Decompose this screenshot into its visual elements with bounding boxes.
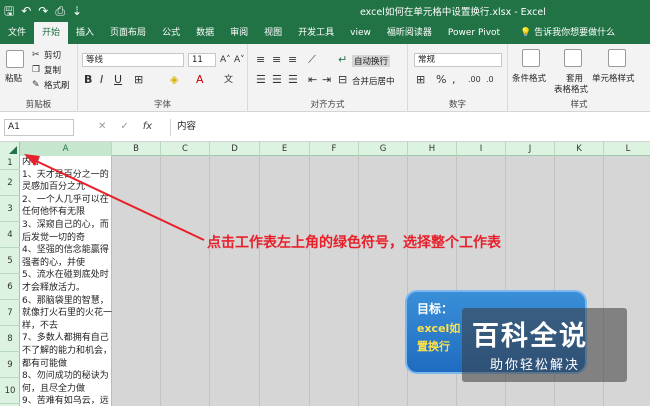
- goal-line2: 置换行: [417, 340, 450, 353]
- goal-title: 目标：: [417, 302, 454, 316]
- watermark-subtitle: 助你轻松解决: [490, 358, 581, 373]
- annotation-text: 点击工作表左上角的绿色符号，选择整个工作表: [207, 235, 501, 251]
- watermark: 百科全说 助你轻松解决: [462, 308, 627, 382]
- goal-line1: excel如: [417, 322, 461, 335]
- watermark-logo: 百科全说: [472, 321, 588, 352]
